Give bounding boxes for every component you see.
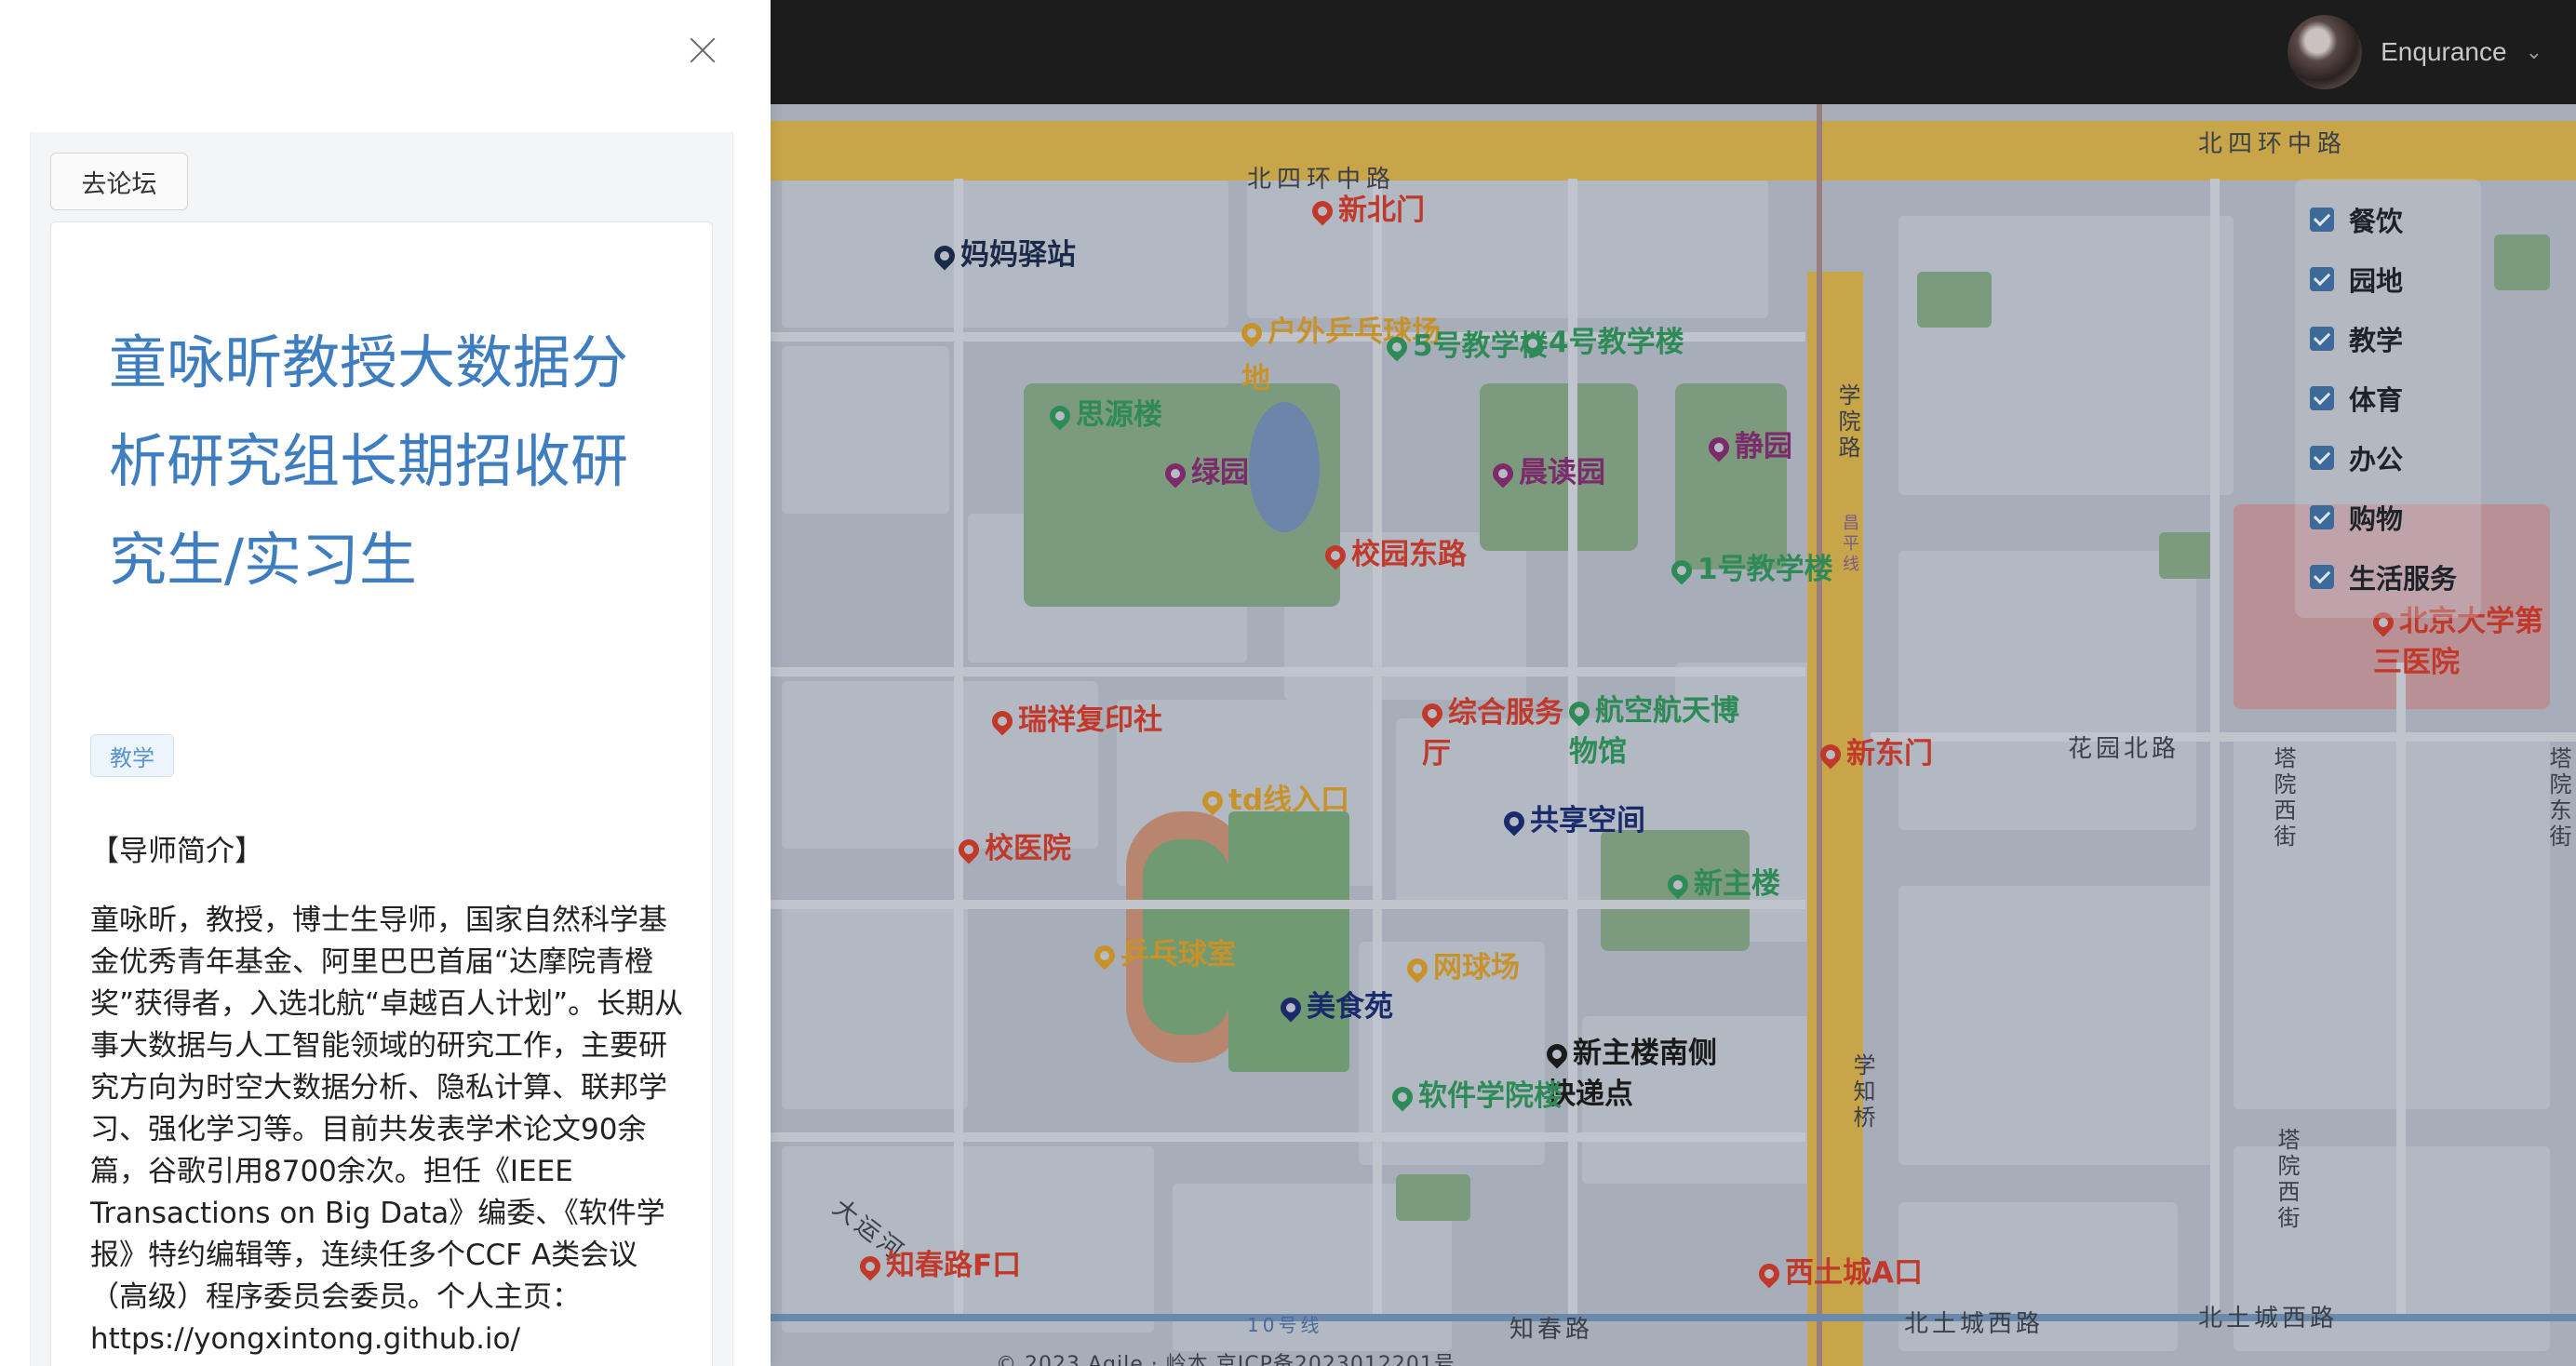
post-title: 童咏昕教授大数据分析研究组长期招收研究生/实习生 — [109, 328, 629, 594]
avatar[interactable] — [2288, 15, 2363, 89]
location-pin-icon — [1161, 459, 1190, 489]
checkbox-checked-icon[interactable] — [2310, 505, 2334, 529]
road-label-huayuan-north: 花园北路 — [2068, 735, 2180, 763]
location-pin-icon — [1754, 1259, 1784, 1289]
checkbox-checked-icon[interactable] — [2310, 446, 2334, 470]
map-footer: © 2023 Agile · 岭本 京ICP备2023012201号 — [996, 1353, 1456, 1366]
location-pin-icon — [1321, 541, 1350, 570]
location-pin-icon — [1388, 1082, 1417, 1112]
chevron-down-icon[interactable]: ⌄ — [2526, 41, 2542, 64]
road-label-tayuan-west-1: 塔院西街 — [2270, 746, 2296, 850]
location-pin-icon — [1090, 941, 1120, 971]
location-pin-icon — [1499, 807, 1529, 837]
filter-dining[interactable]: 餐饮 — [2310, 190, 2466, 249]
road-label-changping-line: 昌平线 — [1840, 514, 1859, 575]
road-label-north-tucheng-west-2: 北土城西路 — [2198, 1305, 2339, 1333]
location-pin-icon — [1704, 433, 1734, 462]
location-pin-icon — [930, 241, 959, 271]
user-menu[interactable]: Enqurance ⌄ — [2288, 13, 2542, 91]
username[interactable]: Enqurance — [2381, 37, 2506, 67]
close-icon[interactable] — [684, 32, 721, 69]
post-drawer: 去论坛 童咏昕教授大数据分析研究组长期招收研究生/实习生 教学 【导师简介】 童… — [0, 0, 771, 1366]
checkbox-checked-icon[interactable] — [2310, 386, 2334, 410]
location-pin-icon — [1237, 318, 1267, 348]
poi-tennis-court[interactable]: 网球场 — [1402, 947, 1520, 988]
location-pin-icon — [1816, 740, 1845, 770]
poi-food-court[interactable]: 美食苑 — [1276, 986, 1393, 1027]
poi-pingpong-room[interactable]: 乒乓球室 — [1090, 934, 1236, 975]
location-pin-icon — [987, 706, 1017, 736]
location-pin-icon — [855, 1252, 885, 1281]
category-tag[interactable]: 教学 — [90, 734, 174, 777]
location-pin-icon — [1402, 954, 1432, 984]
checkbox-checked-icon[interactable] — [2310, 208, 2334, 232]
poi-campus-east-road[interactable]: 校园东路 — [1321, 534, 1467, 575]
section-heading: 【导师简介】 — [90, 835, 263, 868]
filter-office[interactable]: 办公 — [2310, 428, 2466, 488]
location-pin-icon — [1564, 697, 1594, 727]
poi-shared-space[interactable]: 共享空间 — [1499, 800, 1645, 841]
filter-shopping[interactable]: 购物 — [2310, 488, 2466, 547]
location-pin-icon — [1488, 459, 1518, 489]
checkbox-checked-icon[interactable] — [2310, 565, 2334, 589]
road-label-zhichun: 知春路 — [1509, 1316, 1594, 1344]
post-body: 童咏昕，教授，博士生导师，国家自然科学基金优秀青年基金、阿里巴巴首届“达摩院青橙… — [90, 904, 684, 1356]
poi-express-station[interactable]: 新主楼南侧快递点 — [1542, 1033, 1733, 1115]
checkbox-checked-icon[interactable] — [2310, 267, 2334, 291]
road-label-north-tucheng-west-1: 北土城西路 — [1904, 1310, 2045, 1338]
location-pin-icon — [1518, 328, 1548, 358]
poi-new-east-gate[interactable]: 新东门 — [1816, 733, 1933, 774]
poi-teaching-building-1[interactable]: 1号教学楼 — [1667, 549, 1833, 590]
location-pin-icon — [1663, 870, 1693, 900]
location-pin-icon — [1382, 332, 1412, 362]
location-pin-icon — [1198, 786, 1228, 816]
poi-jingyuan[interactable]: 静园 — [1704, 426, 1792, 467]
filter-life-services[interactable]: 生活服务 — [2310, 547, 2466, 607]
poi-new-main-building[interactable]: 新主楼 — [1663, 864, 1780, 904]
poi-lvyuan[interactable]: 绿园 — [1161, 452, 1249, 493]
poi-ruixiang-print[interactable]: 瑞祥复印社 — [987, 700, 1162, 741]
location-pin-icon — [1308, 196, 1337, 226]
poi-school-hospital[interactable]: 校医院 — [954, 828, 1071, 869]
filter-garden[interactable]: 园地 — [2310, 249, 2466, 309]
road-label-north-4th-ring-right: 北四环中路 — [2198, 130, 2348, 158]
road-label-xueyuan: 学院路 — [1834, 383, 1860, 462]
road-label-xuezhi-bridge: 学知桥 — [1849, 1053, 1875, 1132]
filter-teaching[interactable]: 教学 — [2310, 309, 2466, 368]
filter-sports[interactable]: 体育 — [2310, 368, 2466, 428]
location-pin-icon — [954, 835, 984, 864]
poi-category-filter: 餐饮 园地 教学 体育 办公 购物 生活服务 — [2295, 179, 2481, 618]
poi-td-line-entrance[interactable]: td线入口 — [1198, 780, 1349, 821]
poi-chendu-garden[interactable]: 晨读园 — [1488, 452, 1605, 493]
road-label-line10: 10号线 — [1247, 1314, 1323, 1336]
poi-software-college[interactable]: 软件学院楼 — [1388, 1076, 1563, 1117]
poi-service-hall[interactable]: 综合服务厅 — [1417, 692, 1580, 774]
location-pin-icon — [1542, 1039, 1572, 1069]
poi-new-north-gate[interactable]: 新北门 — [1308, 190, 1425, 231]
go-to-forum-button[interactable]: 去论坛 — [50, 153, 188, 210]
poi-siyuan-building[interactable]: 思源楼 — [1045, 395, 1162, 435]
road-label-tayuan-west-2: 塔院西街 — [2274, 1128, 2300, 1232]
poi-mama-station[interactable]: 妈妈驿站 — [930, 234, 1076, 275]
poi-zhichun-road-exit-f[interactable]: 知春路F口 — [855, 1245, 1021, 1286]
poi-xitucheng-exit-a[interactable]: 西土城A口 — [1754, 1252, 1923, 1293]
poi-teaching-building-4[interactable]: 4号教学楼 — [1518, 322, 1684, 363]
road-label-tayuan-east: 塔院东街 — [2545, 746, 2571, 850]
location-pin-icon — [1045, 401, 1075, 431]
checkbox-checked-icon[interactable] — [2310, 327, 2334, 351]
poi-aerospace-museum[interactable]: 航空航天博物馆 — [1564, 690, 1755, 772]
post-card: 童咏昕教授大数据分析研究组长期招收研究生/实习生 教学 【导师简介】 童咏昕，教… — [50, 221, 713, 1366]
location-pin-icon — [1417, 699, 1447, 729]
location-pin-icon — [1667, 556, 1697, 585]
location-pin-icon — [1276, 993, 1306, 1023]
